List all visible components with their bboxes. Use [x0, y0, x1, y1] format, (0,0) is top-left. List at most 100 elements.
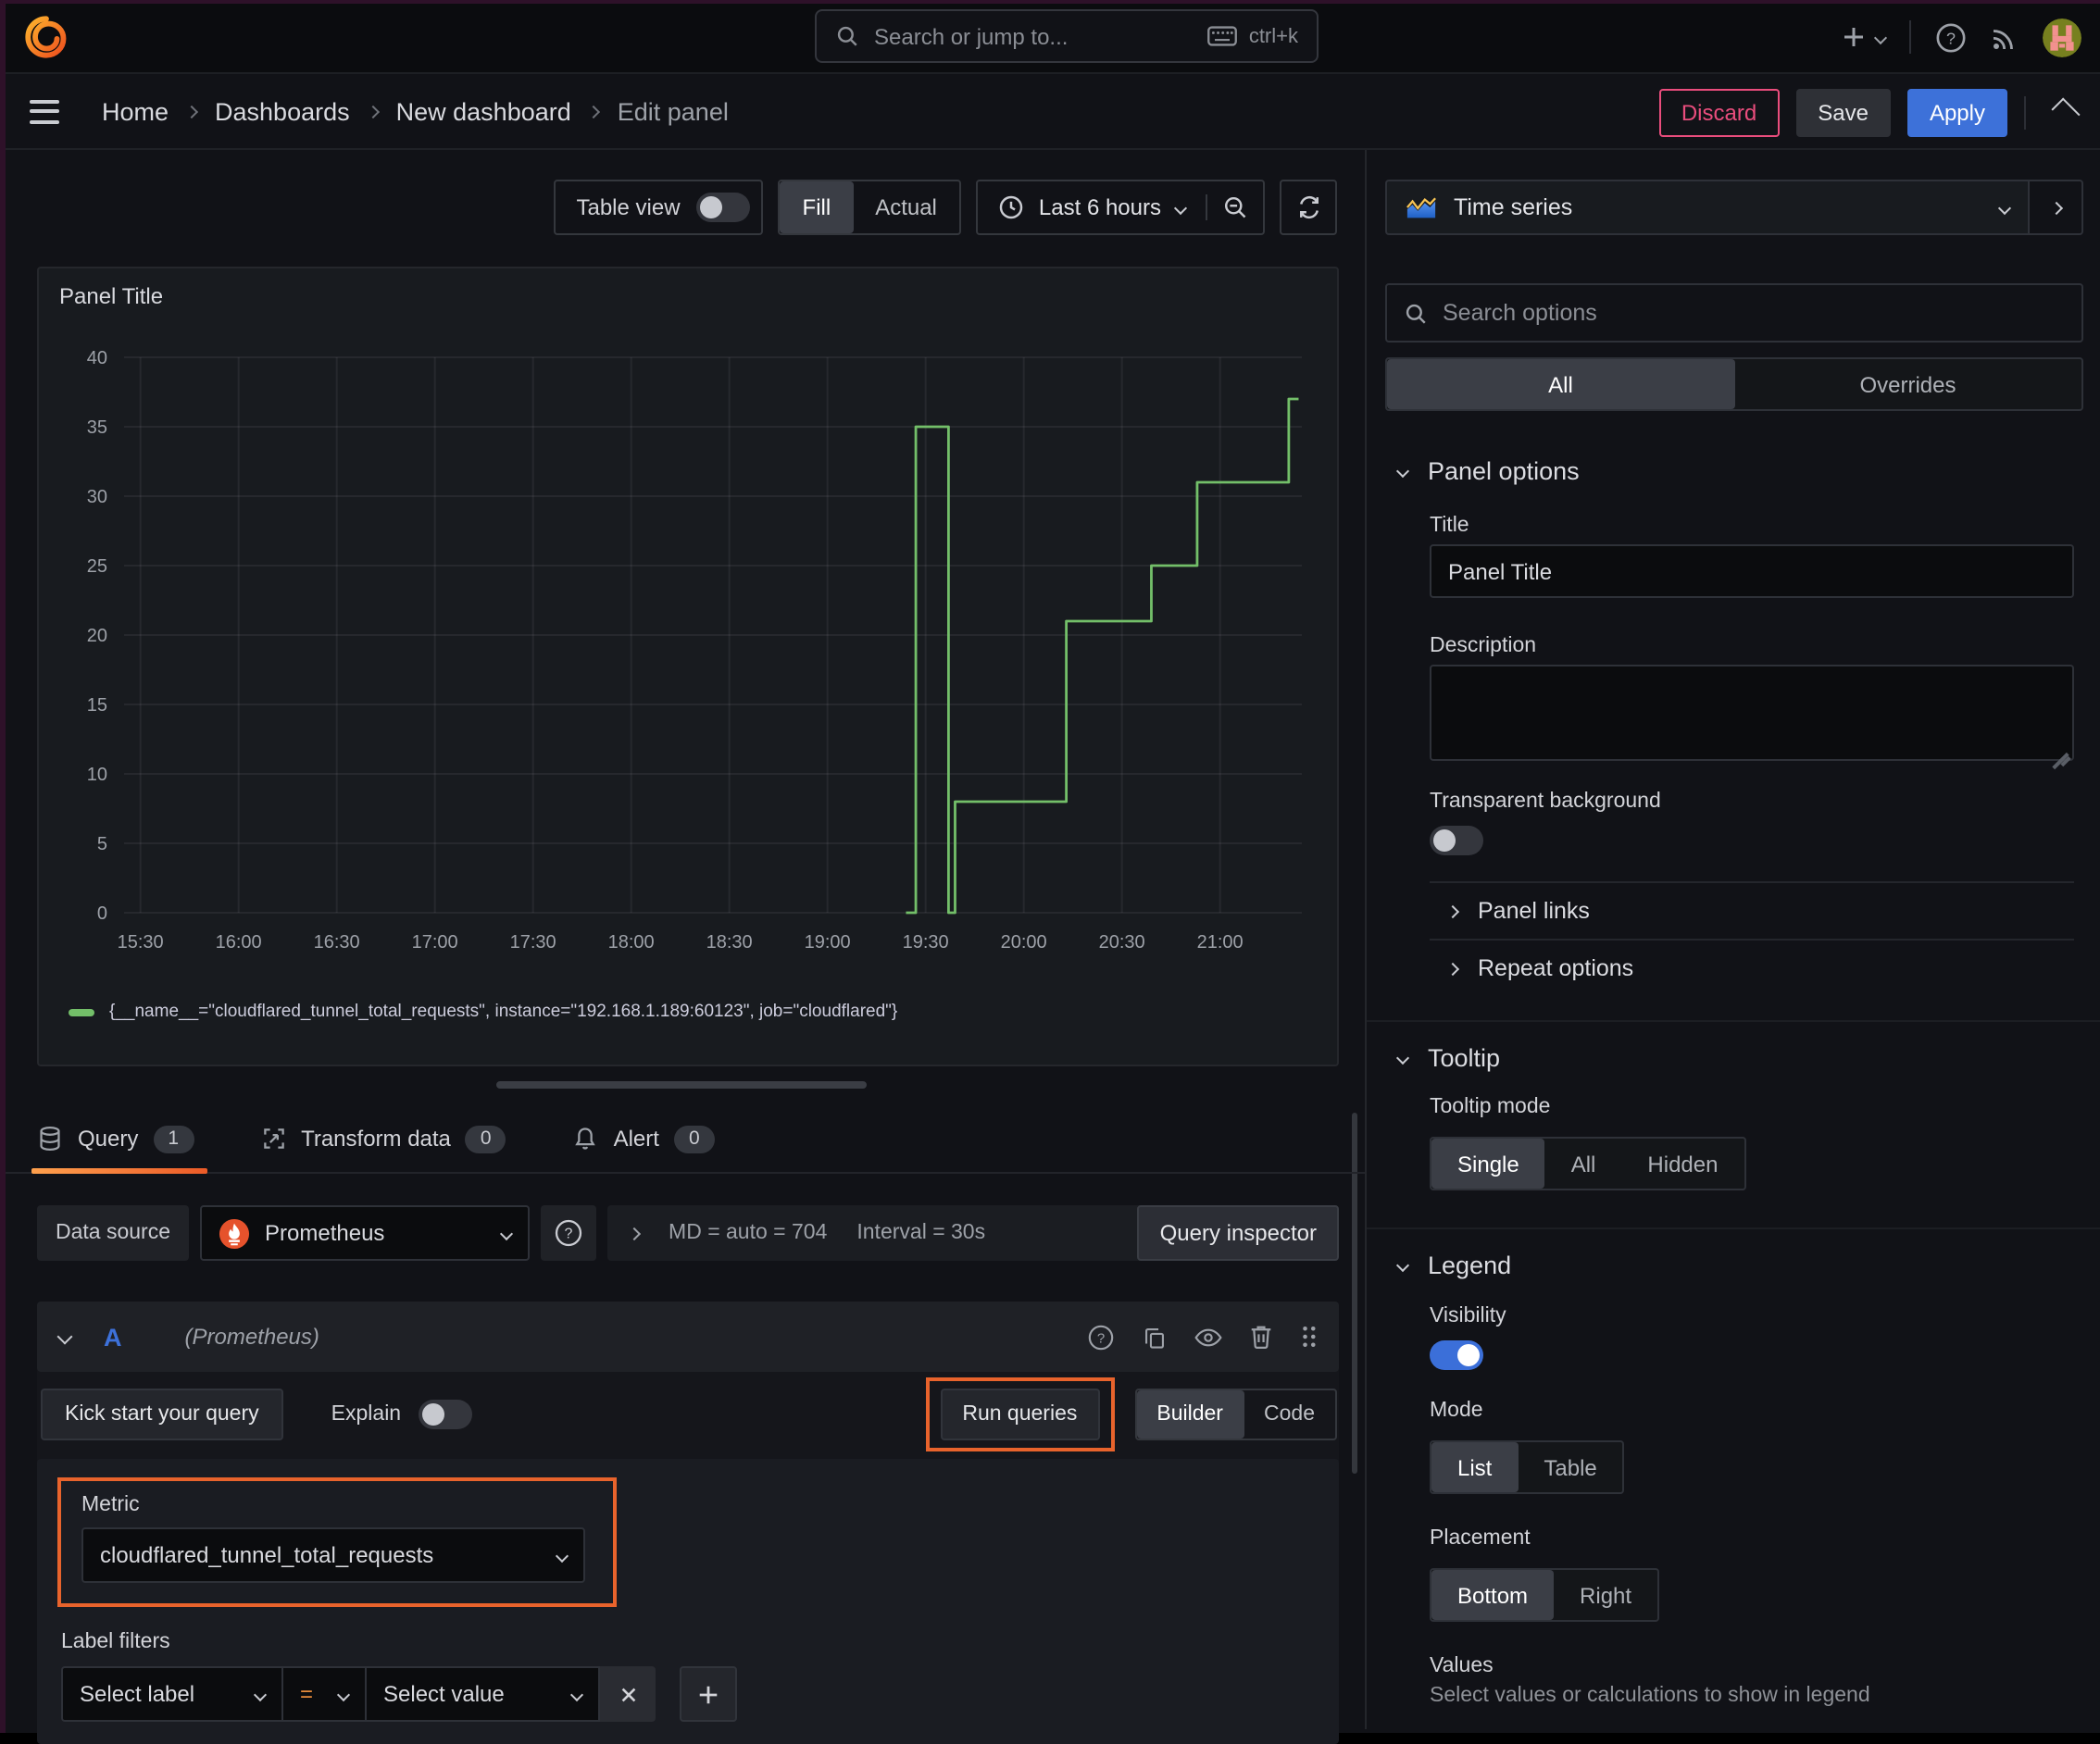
global-search-input[interactable]: Search or jump to... ctrl+k — [815, 9, 1319, 63]
options-filter-tabs: All Overrides — [1385, 357, 2083, 411]
select-label-dropdown[interactable]: Select label — [61, 1666, 283, 1722]
label-filters-label: Label filters — [61, 1631, 170, 1653]
user-avatar[interactable] — [2043, 18, 2081, 56]
description-field-label: Description — [1430, 635, 1537, 657]
fill-option[interactable]: Fill — [780, 181, 854, 233]
panel-title-input[interactable]: Panel Title — [1430, 544, 2074, 598]
time-range-picker[interactable]: Last 6 hours — [978, 194, 1206, 220]
query-help-icon[interactable]: ? — [1087, 1323, 1115, 1351]
placement-right[interactable]: Right — [1554, 1570, 1657, 1620]
datasource-picker[interactable]: Prometheus — [200, 1205, 531, 1261]
tab-alert-count: 0 — [673, 1125, 715, 1152]
resize-drag-handle[interactable] — [496, 1081, 867, 1089]
menu-toggle-button[interactable] — [30, 99, 59, 123]
metric-select[interactable]: cloudflared_tunnel_total_requests — [81, 1527, 585, 1583]
panel-links-section[interactable]: Panel links — [1445, 883, 2100, 939]
remove-filter-button[interactable] — [600, 1666, 656, 1722]
tab-alert[interactable]: Alert 0 — [573, 1105, 715, 1172]
chevron-down-icon — [336, 1687, 351, 1701]
code-option[interactable]: Code — [1244, 1390, 1335, 1439]
save-button[interactable]: Save — [1795, 88, 1891, 136]
tooltip-mode-single[interactable]: Single — [1431, 1139, 1545, 1189]
transform-icon — [260, 1126, 286, 1152]
svg-text:17:00: 17:00 — [412, 932, 458, 953]
duplicate-query-icon[interactable] — [1143, 1325, 1167, 1349]
datasource-label: Data source — [37, 1205, 190, 1261]
tab-transform-label: Transform data — [301, 1126, 451, 1152]
chevron-down-icon — [569, 1687, 584, 1701]
breadcrumb-separator-icon — [184, 105, 199, 119]
refresh-button[interactable] — [1280, 180, 1337, 235]
svg-text:25: 25 — [87, 556, 107, 577]
news-rss-button[interactable] — [1991, 23, 2019, 51]
table-view-toggle[interactable] — [696, 193, 751, 222]
time-series-chart[interactable]: 0 5 10 15 20 25 30 35 40 15:30 16:00 16:30 17:00 17:3… — [50, 320, 1331, 968]
legend-mode-table[interactable]: Table — [1518, 1442, 1622, 1492]
run-queries-button[interactable]: Run queries — [940, 1389, 1100, 1440]
add-menu-button[interactable] — [1841, 24, 1888, 50]
add-filter-button[interactable] — [680, 1666, 737, 1722]
select-value-dropdown[interactable]: Select value — [367, 1666, 600, 1722]
datasource-help-button[interactable]: ? — [541, 1205, 597, 1261]
builder-code-segment: Builder Code — [1134, 1389, 1337, 1440]
actual-option[interactable]: Actual — [853, 181, 959, 233]
tab-all[interactable]: All — [1387, 359, 1734, 409]
breadcrumb-separator-icon — [587, 105, 601, 119]
tooltip-mode-all[interactable]: All — [1545, 1139, 1622, 1189]
panel-options-section-header[interactable]: Panel options — [1367, 457, 2100, 485]
drag-handle-icon[interactable] — [1300, 1324, 1317, 1350]
chevron-down-icon — [253, 1687, 268, 1701]
query-row-header[interactable]: A (Prometheus) ? — [37, 1302, 1339, 1372]
values-hint: Select values or calculations to show in… — [1430, 1685, 1870, 1707]
delete-query-icon[interactable] — [1250, 1324, 1272, 1350]
transparent-background-toggle[interactable] — [1430, 826, 1483, 855]
legend-mode-label: Mode — [1430, 1400, 1483, 1422]
tab-overrides[interactable]: Overrides — [1734, 359, 2081, 409]
tab-transform-data[interactable]: Transform data 0 — [260, 1105, 506, 1172]
apply-button[interactable]: Apply — [1906, 88, 2007, 136]
collapse-pane-button[interactable] — [2051, 97, 2081, 127]
explain-toggle[interactable] — [418, 1400, 472, 1429]
panel-options-sidebar: Time series Search options All Overrides… — [1365, 150, 2100, 1729]
svg-text:5: 5 — [97, 834, 107, 854]
search-options-input[interactable]: Search options — [1385, 283, 2083, 343]
expand-viz-picker-button[interactable] — [2028, 180, 2083, 235]
chart-legend[interactable]: {__name__="cloudflared_tunnel_total_requ… — [69, 1002, 897, 1022]
tooltip-section-header[interactable]: Tooltip — [1367, 1044, 2100, 1072]
chevron-right-icon — [627, 1226, 642, 1240]
placement-bottom[interactable]: Bottom — [1431, 1570, 1555, 1620]
breadcrumb-separator-icon — [366, 105, 380, 119]
query-editor-card: A (Prometheus) ? Kick start your query E… — [37, 1302, 1339, 1744]
query-inspector-button[interactable]: Query inspector — [1137, 1205, 1339, 1261]
svg-text:30: 30 — [87, 487, 107, 507]
breadcrumb-home[interactable]: Home — [102, 97, 169, 125]
visualization-name: Time series — [1454, 194, 1573, 220]
prometheus-query-builder: Metric cloudflared_tunnel_total_requests… — [37, 1459, 1339, 1744]
kick-start-query-button[interactable]: Kick start your query — [41, 1389, 283, 1440]
tab-query[interactable]: Query 1 — [31, 1105, 207, 1174]
discard-button[interactable]: Discard — [1658, 88, 1780, 136]
visualization-picker[interactable]: Time series — [1385, 180, 2028, 235]
select-label-placeholder: Select label — [80, 1681, 195, 1707]
help-button[interactable]: ? — [1935, 21, 1967, 53]
operator-dropdown[interactable]: = — [283, 1666, 367, 1722]
bell-icon — [573, 1126, 599, 1152]
legend-visibility-toggle[interactable] — [1430, 1340, 1483, 1370]
query-options-collapsed[interactable]: MD = auto = 704 Interval = 30s — [607, 1205, 1149, 1261]
zoom-out-time-button[interactable] — [1206, 194, 1263, 220]
builder-option[interactable]: Builder — [1136, 1390, 1244, 1439]
chevron-down-icon — [1173, 200, 1188, 215]
grafana-logo[interactable] — [24, 15, 69, 59]
legend-section-header[interactable]: Legend — [1367, 1252, 2100, 1279]
description-textarea[interactable] — [1430, 665, 2074, 768]
breadcrumb-dashboards[interactable]: Dashboards — [215, 97, 350, 125]
legend-mode-list[interactable]: List — [1431, 1442, 1519, 1492]
toggle-visibility-icon[interactable] — [1194, 1327, 1222, 1347]
repeat-options-section[interactable]: Repeat options — [1445, 941, 2100, 996]
tooltip-mode-hidden[interactable]: Hidden — [1621, 1139, 1744, 1189]
repeat-options-label: Repeat options — [1478, 955, 1634, 981]
table-view-control: Table view — [554, 180, 764, 235]
section-divider — [1367, 1227, 2100, 1229]
tooltip-mode-group: Single All Hidden — [1430, 1137, 1746, 1190]
breadcrumb-new-dashboard[interactable]: New dashboard — [396, 97, 571, 125]
